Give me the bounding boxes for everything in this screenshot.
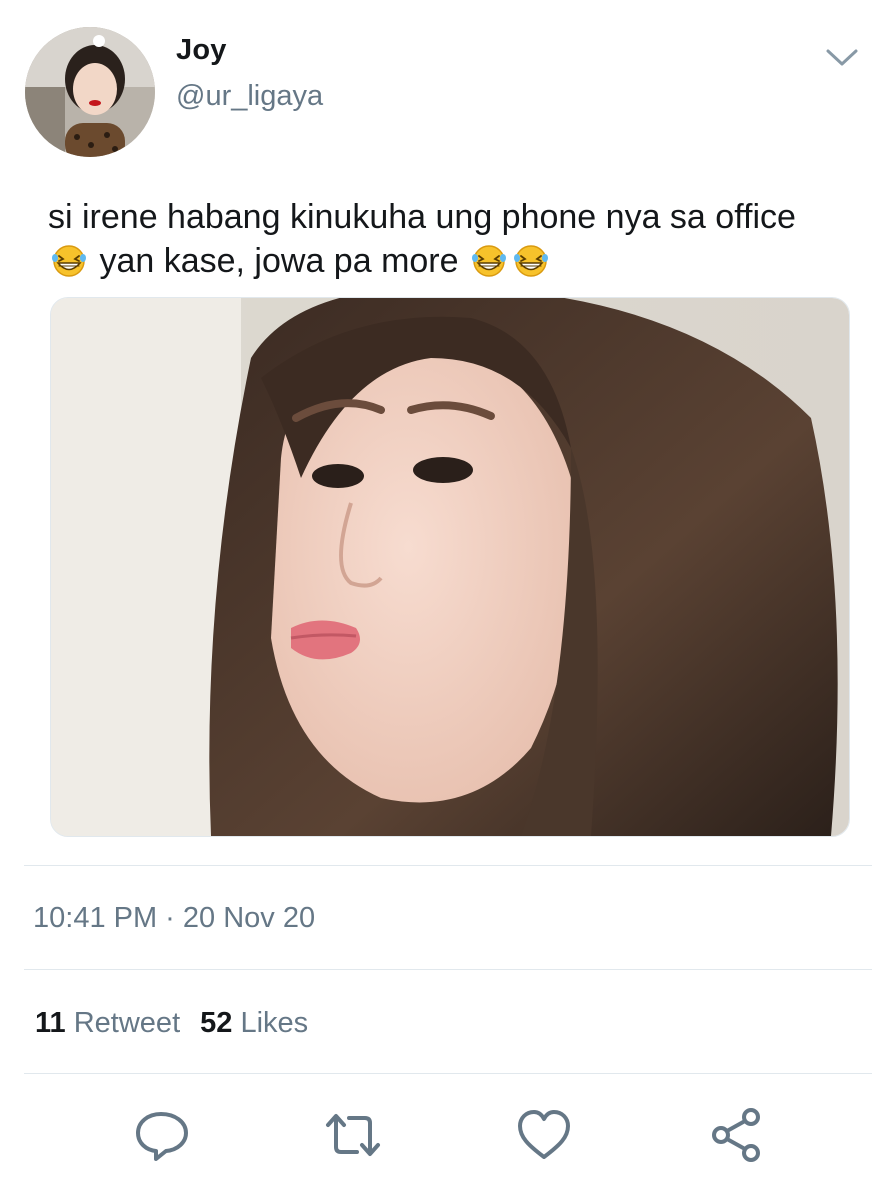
tweet: Joy @ur_ligaya si irene habang kinukuha …: [0, 0, 893, 1200]
tweet-timestamp[interactable]: 10:41 PM · 20 Nov 20: [33, 902, 315, 935]
tweet-text-line-1: si irene habang kinukuha ung phone nya s…: [48, 198, 796, 236]
tweet-text-line-2-text: yan kase, jowa pa more: [99, 242, 459, 280]
reply-icon[interactable]: [132, 1105, 192, 1165]
tweet-text: si irene habang kinukuha ung phone nya s…: [48, 195, 858, 283]
heart-icon[interactable]: [514, 1105, 574, 1165]
like-label[interactable]: Likes: [240, 1007, 308, 1039]
retweet-icon[interactable]: [323, 1105, 383, 1165]
tweet-media-photo[interactable]: [50, 297, 850, 837]
share-icon[interactable]: [707, 1105, 767, 1165]
chevron-down-icon[interactable]: [822, 42, 862, 72]
retweet-label[interactable]: Retweet: [74, 1007, 180, 1039]
tweet-text-line-2: yan kase, jowa pa more: [48, 239, 858, 283]
avatar-image: [25, 27, 155, 157]
divider: [24, 865, 872, 866]
user-handle[interactable]: @ur_ligaya: [176, 80, 323, 113]
divider: [24, 1073, 872, 1074]
divider: [24, 969, 872, 970]
grinning-squinting-face-emoji: [512, 244, 550, 278]
tweet-stats: 11 Retweet 52 Likes: [35, 1007, 308, 1040]
grinning-squinting-face-emoji: [470, 244, 508, 278]
retweet-count[interactable]: 11: [35, 1007, 66, 1039]
photo-image: [51, 298, 849, 836]
like-count[interactable]: 52: [200, 1007, 232, 1039]
avatar[interactable]: [25, 27, 155, 157]
display-name[interactable]: Joy: [176, 34, 227, 67]
grinning-squinting-face-emoji: [50, 244, 88, 278]
tweet-actions-bar: [0, 1105, 893, 1165]
